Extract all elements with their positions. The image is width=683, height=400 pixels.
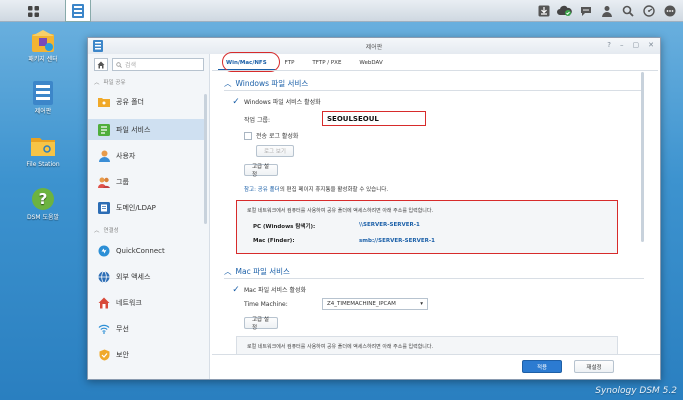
- taskbar: [0, 0, 683, 22]
- mac-section-header[interactable]: ︿ Mac 파일 서비스: [224, 266, 290, 277]
- window-titlebar[interactable]: 제어판 ? – ▢ ✕: [88, 38, 660, 54]
- pc-address-value: \\SERVER-SERVER-1: [359, 222, 420, 228]
- network-house-icon: [98, 297, 110, 309]
- sidebar-item-security[interactable]: 보안: [88, 344, 206, 365]
- sidebar-scrollbar[interactable]: [204, 94, 207, 224]
- sidebar-item-domain-ldap[interactable]: 도메인/LDAP: [88, 197, 206, 218]
- folder-icon: [30, 133, 56, 159]
- recycle-bin-note: 참고: 공유 폴더의 편집 페이지 휴지통을 활성화할 수 있습니다.: [244, 187, 389, 193]
- control-panel-window: 제어판 ? – ▢ ✕ 검색 ︿ 파일 공유 공유 폴더 파일 서비스 사용자 …: [87, 37, 661, 380]
- transfer-log-checkbox[interactable]: 전송 로그 활성화: [244, 131, 298, 140]
- desktop-icon-package-center[interactable]: 패키지 센터: [18, 28, 68, 63]
- file-services-icon: [98, 123, 110, 136]
- search-placeholder: 검색: [125, 62, 137, 69]
- windows-enable-checkbox[interactable]: ✓ Windows 파일 서비스 활성화: [232, 96, 320, 107]
- group-icon: [98, 176, 110, 188]
- domain-icon: [98, 201, 110, 214]
- desktop-icon-file-station[interactable]: File Station: [18, 133, 68, 168]
- tab-divider: [212, 70, 658, 71]
- tab-highlight-annotation: [222, 52, 280, 72]
- checkmark-icon: ✓: [232, 284, 240, 295]
- windows-advanced-settings-button[interactable]: 고급 설정: [244, 164, 278, 178]
- search-icon: [116, 61, 122, 68]
- section-divider: [224, 90, 644, 91]
- package-center-icon: [30, 28, 56, 54]
- widgets-icon[interactable]: [641, 3, 656, 18]
- help-icon: ?: [30, 186, 56, 212]
- sidebar-item-quickconnect[interactable]: QuickConnect: [88, 240, 206, 261]
- svg-text:?: ?: [39, 190, 48, 208]
- reset-button[interactable]: 재설정: [574, 360, 614, 373]
- wifi-icon: [98, 323, 110, 335]
- checkbox-box: [244, 131, 252, 140]
- sidebar-item-external-access[interactable]: 외부 액세스: [88, 266, 206, 287]
- view-log-button[interactable]: 로그 보기: [256, 145, 294, 157]
- tab-ftp[interactable]: FTP: [277, 56, 303, 70]
- workgroup-label: 작업 그룹:: [244, 117, 271, 124]
- sidebar-item-network[interactable]: 네트워크: [88, 292, 206, 313]
- chevron-up-icon: ︿: [224, 79, 232, 88]
- windows-address-info-box: 로컬 네트워크에서 컴퓨터를 사용하여 공유 폴더에 액세스하려면 아래 주소를…: [236, 200, 618, 254]
- content-scrollbar[interactable]: [641, 72, 644, 242]
- desktop-icon-dsm-help[interactable]: ? DSM 도움말: [18, 186, 68, 221]
- tab-tftp-pxe[interactable]: TFTP / PXE: [304, 56, 349, 70]
- minimize-button[interactable]: –: [620, 41, 624, 49]
- shield-icon: [98, 349, 110, 361]
- chevron-up-icon: ︿: [94, 228, 100, 234]
- chevron-up-icon: ︿: [224, 267, 232, 276]
- help-button[interactable]: ?: [607, 41, 611, 49]
- sidebar-item-shared-folder[interactable]: 공유 폴더: [88, 91, 206, 112]
- main-menu-button[interactable]: [20, 0, 46, 22]
- sidebar-item-group[interactable]: 그룹: [88, 171, 206, 192]
- sidebar-section-connectivity[interactable]: ︿ 연결성: [94, 226, 119, 234]
- sidebar-item-wireless[interactable]: 무선: [88, 318, 206, 339]
- mac-address-value: smb://SERVER-SERVER-1: [359, 238, 435, 244]
- search-input[interactable]: 검색: [112, 58, 204, 71]
- mac-advanced-settings-button[interactable]: 고급 설정: [244, 317, 278, 331]
- time-machine-label: Time Machine:: [244, 301, 288, 308]
- checkmark-icon: ✓: [232, 96, 240, 107]
- mac-enable-checkbox[interactable]: ✓ Mac 파일 서비스 활성화: [232, 284, 306, 295]
- mac-address-info-box: 로컬 네트워크에서 컴퓨터를 사용하여 공유 폴더에 액세스하려면 아래 주소를…: [236, 336, 618, 354]
- apply-button[interactable]: 적용: [522, 360, 562, 373]
- windows-section-header[interactable]: ︿ Windows 파일 서비스: [224, 78, 308, 89]
- shared-folder-link[interactable]: 공유 폴더: [258, 187, 280, 193]
- taskbar-control-panel-button[interactable]: [65, 0, 91, 22]
- sidebar-item-file-services[interactable]: 파일 서비스: [88, 119, 206, 140]
- download-icon[interactable]: [536, 3, 551, 18]
- globe-icon: [98, 270, 110, 283]
- maximize-button[interactable]: ▢: [633, 41, 640, 49]
- window-title: 제어판: [365, 44, 383, 51]
- sidebar: 검색 ︿ 파일 공유 공유 폴더 파일 서비스 사용자 그룹 도메인/LDAP …: [88, 54, 210, 379]
- chevron-down-icon: ▾: [420, 301, 423, 307]
- quickconnect-icon: [98, 245, 110, 257]
- synology-brand-logo: Synology DSM 5.2: [595, 386, 677, 396]
- tab-webdav[interactable]: WebDAV: [351, 56, 390, 70]
- chat-icon[interactable]: [578, 3, 593, 18]
- sidebar-item-user[interactable]: 사용자: [88, 145, 206, 166]
- home-button[interactable]: [94, 58, 108, 71]
- desktop-icon-control-panel[interactable]: 제어판: [18, 80, 68, 115]
- workgroup-input[interactable]: SEOULSEOUL: [322, 111, 426, 126]
- sidebar-section-file-sharing[interactable]: ︿ 파일 공유: [94, 78, 126, 86]
- shared-folder-icon: [98, 96, 110, 108]
- chevron-up-icon: ︿: [94, 80, 100, 86]
- home-icon: [97, 61, 105, 68]
- search-icon[interactable]: [620, 3, 635, 18]
- close-button[interactable]: ✕: [648, 41, 654, 49]
- grid-icon: [27, 5, 39, 17]
- options-icon[interactable]: [662, 3, 677, 18]
- time-machine-select[interactable]: Z4_TIMEMACHINE_IPCAM ▾: [322, 298, 428, 310]
- settings-content: ︿ Windows 파일 서비스 ✓ Windows 파일 서비스 활성화 작업…: [212, 72, 652, 354]
- user-icon: [98, 150, 110, 162]
- cloud-sync-icon[interactable]: [557, 3, 572, 18]
- section-divider: [224, 278, 644, 279]
- control-panel-icon: [30, 80, 56, 106]
- control-panel-icon: [72, 3, 84, 18]
- user-icon[interactable]: [599, 3, 614, 18]
